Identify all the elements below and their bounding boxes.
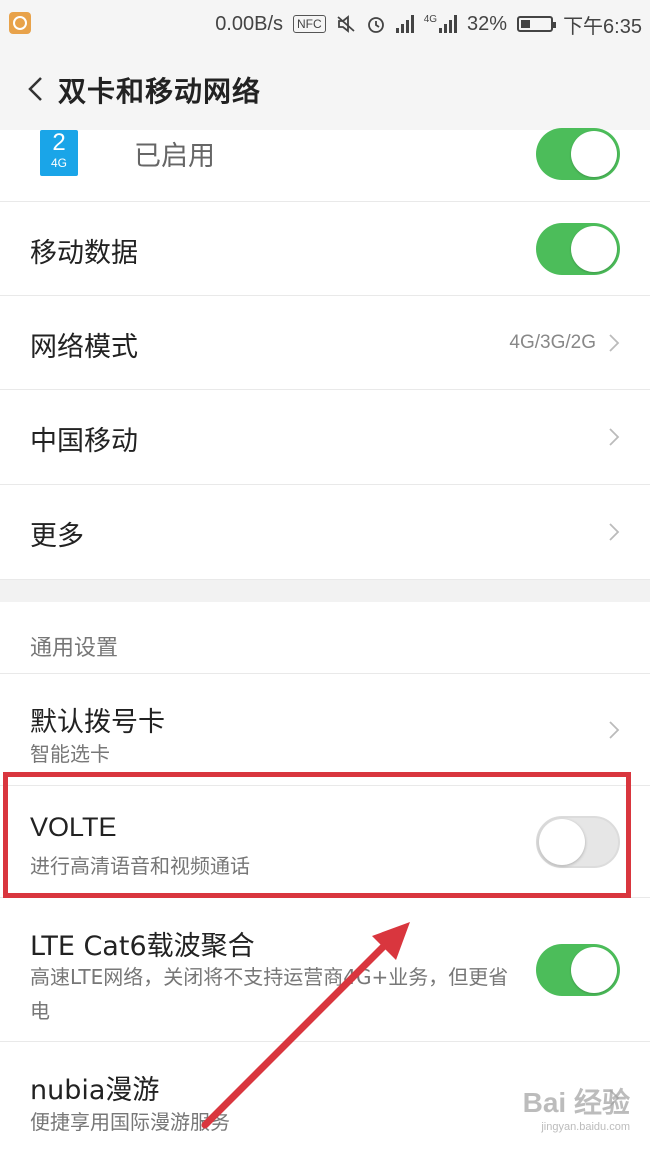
- status-bar: 0.00B/s NFC 4G 32% 下午6:35: [0, 0, 650, 48]
- back-arrow-icon[interactable]: [26, 76, 44, 102]
- sim-network: 4G: [50, 156, 67, 170]
- watermark: Bai 经验 jingyan.baidu.com: [523, 1081, 630, 1133]
- nfc-icon: NFC: [293, 15, 326, 33]
- chevron-right-icon: [609, 334, 620, 352]
- watermark-logo: Bai 经验: [522, 1087, 630, 1118]
- lte-cat6-row[interactable]: LTE Cat6载波聚合 高速LTE网络，关闭将不支持运营商4G+业务，但更省电: [0, 898, 650, 1042]
- network-speed: 0.00B/s: [215, 12, 284, 35]
- mobile-data-toggle[interactable]: [536, 223, 620, 275]
- lte-cat6-label: LTE Cat6载波聚合: [30, 931, 255, 962]
- more-label: 更多: [30, 521, 84, 552]
- sim-card-icon: 2 4G: [40, 130, 78, 176]
- status-right: 0.00B/s NFC 4G 32% 下午6:35: [215, 0, 642, 48]
- more-row[interactable]: 更多: [0, 485, 650, 580]
- page-title: 双卡和移动网络: [58, 75, 262, 108]
- sim-card-row: 2 4G 已启用: [0, 128, 650, 202]
- volte-highlight-box: [3, 772, 631, 898]
- general-settings-header: 通用设置: [30, 636, 119, 661]
- network-mode-row[interactable]: 网络模式 4G/3G/2G: [0, 296, 650, 390]
- chevron-right-icon: [609, 523, 620, 541]
- app-icon: [9, 12, 31, 34]
- lte-cat6-sub: 高速LTE网络，关闭将不支持运营商4G+业务，但更省电: [30, 965, 509, 1023]
- sim-status-label: 已启用: [134, 141, 215, 172]
- mute-icon: [337, 15, 355, 33]
- roaming-label: nubia漫游: [30, 1075, 160, 1106]
- chevron-right-icon: [609, 721, 620, 739]
- alarm-icon: [367, 17, 384, 33]
- network-mode-label: 网络模式: [30, 332, 138, 363]
- mobile-data-row[interactable]: 移动数据: [0, 202, 650, 296]
- sim-enable-toggle[interactable]: [536, 128, 620, 180]
- mobile-data-label: 移动数据: [30, 238, 138, 269]
- section-divider: [0, 580, 650, 602]
- chevron-right-icon: [609, 428, 620, 446]
- default-dial-sub: 智能选卡: [30, 742, 110, 766]
- lte-cat6-toggle[interactable]: [536, 944, 620, 996]
- default-dial-label: 默认拨号卡: [30, 707, 165, 738]
- default-dial-row[interactable]: 默认拨号卡 智能选卡: [0, 674, 650, 786]
- carrier-label: 中国移动: [30, 426, 138, 457]
- signal-icon: [395, 15, 414, 33]
- network-mode-value: 4G/3G/2G: [509, 332, 596, 353]
- carrier-row[interactable]: 中国移动: [0, 390, 650, 485]
- battery-percent: 32%: [467, 12, 508, 35]
- signal-4g-icon: 4G: [423, 14, 458, 33]
- clock: 下午6:35: [563, 15, 642, 38]
- roaming-sub: 便捷享用国际漫游服务: [30, 1110, 230, 1134]
- network-type: 4G: [423, 14, 438, 25]
- battery-icon: [517, 16, 557, 32]
- watermark-url: jingyan.baidu.com: [541, 1121, 630, 1133]
- sim-number: 2: [52, 129, 66, 156]
- app-header: 双卡和移动网络: [0, 48, 650, 131]
